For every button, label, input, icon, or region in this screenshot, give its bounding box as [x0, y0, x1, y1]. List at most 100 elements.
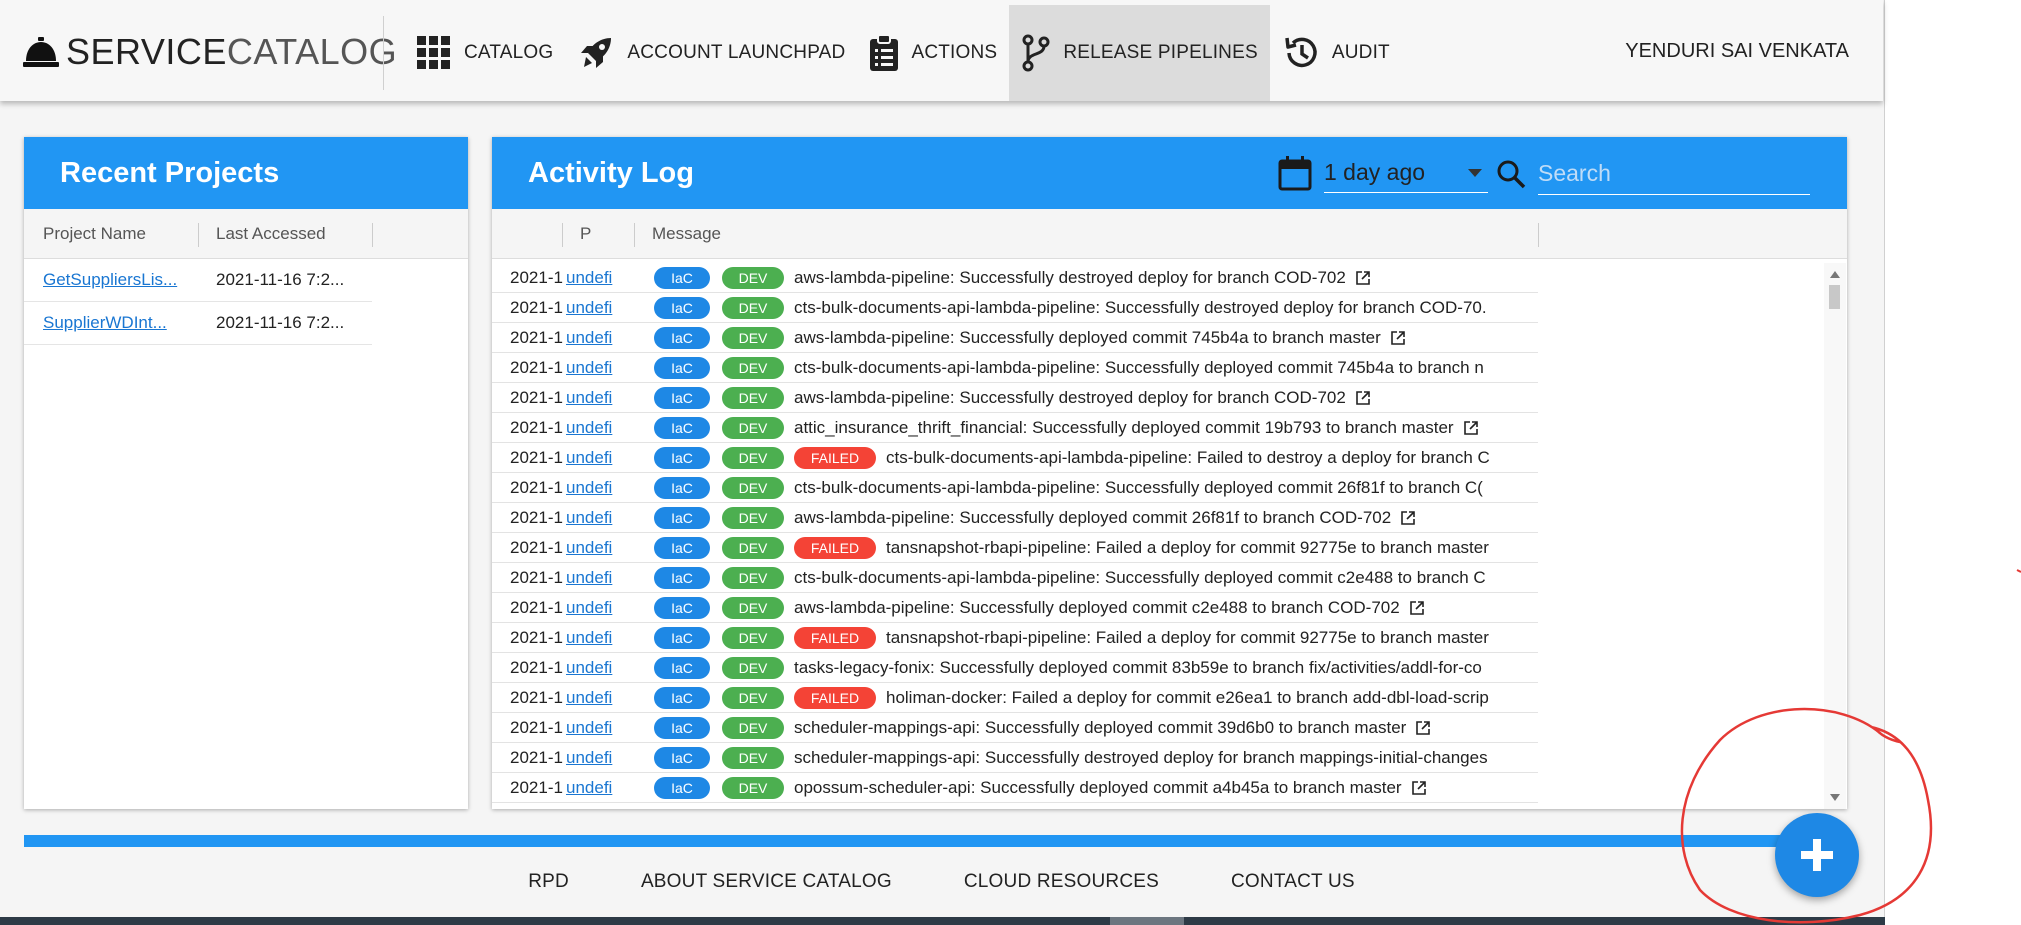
log-project-text[interactable]: undefi [566, 298, 612, 317]
failed-chip: FAILED [794, 626, 876, 649]
footer-link-contact[interactable]: CONTACT US [1231, 871, 1355, 893]
log-project-text[interactable]: undefi [566, 538, 612, 557]
column-header-last-accessed[interactable]: Last Accessed [198, 224, 372, 244]
log-project-text[interactable]: undefi [566, 598, 612, 617]
column-header-project[interactable]: P [562, 224, 634, 244]
user-menu[interactable]: YENDURI SAI VENKATA [1625, 40, 1849, 63]
env-chip: DEV [722, 596, 784, 619]
column-divider[interactable] [634, 223, 635, 247]
log-message: aws-lambda-pipeline: Successfully deploy… [794, 598, 1424, 618]
log-project-link[interactable]: undefi [566, 298, 644, 318]
iac-chip: IaC [654, 746, 710, 769]
log-project-link[interactable]: undefi [566, 778, 644, 798]
column-divider[interactable] [198, 223, 199, 247]
log-date: 2021-1 [510, 747, 563, 767]
search-icon [1497, 160, 1526, 189]
log-project-link[interactable]: undefi [566, 418, 644, 438]
log-message-text: tansnapshot-rbapi-pipeline: Failed a dep… [886, 537, 1489, 557]
scroll-thumb[interactable] [1829, 285, 1840, 309]
column-divider[interactable] [1538, 223, 1539, 247]
log-project-link[interactable]: undefi [566, 658, 644, 678]
log-project-text[interactable]: undefi [566, 658, 612, 677]
log-project-text[interactable]: undefi [566, 478, 612, 497]
log-project-text[interactable]: undefi [566, 508, 612, 527]
horizontal-scrollbar[interactable] [0, 917, 1885, 925]
log-project-link[interactable]: undefi [566, 688, 644, 708]
nav-audit[interactable]: AUDIT [1270, 5, 1402, 101]
log-project-link[interactable]: undefi [566, 388, 644, 408]
nav-account-launchpad[interactable]: ACCOUNT LAUNCHPAD [565, 5, 857, 101]
external-link-icon[interactable] [1416, 720, 1431, 735]
log-project-link[interactable]: undefi [566, 538, 644, 558]
log-project-text[interactable]: undefi [566, 778, 612, 797]
external-link-icon[interactable] [1411, 780, 1426, 795]
horizontal-scroll-thumb[interactable] [1110, 917, 1184, 925]
log-date: 2021-1 [510, 417, 563, 437]
log-message: cts-bulk-documents-api-lambda-pipeline: … [794, 478, 1483, 498]
log-project-text[interactable]: undefi [566, 268, 612, 287]
chevron-down-icon [1468, 168, 1482, 177]
log-project-link[interactable]: undefi [566, 328, 644, 348]
external-link-icon[interactable] [1391, 330, 1405, 345]
footer-link-rpd[interactable]: RPD [528, 871, 569, 893]
calendar-icon [1278, 156, 1312, 191]
env-chip: DEV [722, 266, 784, 289]
log-project-link[interactable]: undefi [566, 358, 644, 378]
log-project-text[interactable]: undefi [566, 418, 612, 437]
log-project-text[interactable]: undefi [566, 358, 612, 377]
log-project-link[interactable]: undefi [566, 478, 644, 498]
date-filter[interactable]: 1 day ago [1278, 153, 1488, 193]
env-chip: DEV [722, 386, 784, 409]
log-message-text: aws-lambda-pipeline: Successfully deploy… [794, 507, 1392, 527]
project-link[interactable]: SupplierWDInt... [24, 313, 198, 333]
external-link-icon[interactable] [1409, 600, 1424, 615]
nav-release-pipelines[interactable]: RELEASE PIPELINES [1009, 5, 1270, 101]
log-row: 2021-1 undefi IaC DEV scheduler-mappings-api… [492, 743, 1538, 773]
log-project-text[interactable]: undefi [566, 748, 612, 767]
external-link-icon[interactable] [1463, 420, 1478, 435]
date-filter-select[interactable]: 1 day ago [1324, 153, 1488, 193]
column-divider[interactable] [562, 223, 563, 247]
column-header-message[interactable]: Message [634, 224, 721, 244]
external-link-icon[interactable] [1401, 510, 1415, 525]
brand-logo[interactable]: SERVICE CATALOG [22, 24, 397, 80]
log-project-link[interactable]: undefi [566, 568, 644, 588]
nav-actions[interactable]: ACTIONS [857, 5, 1009, 101]
add-fab-button[interactable] [1775, 813, 1859, 897]
log-message: aws-lambda-pipeline: Successfully destro… [794, 388, 1370, 408]
log-project-link[interactable]: undefi [566, 448, 644, 468]
log-date: 2021-1 [510, 357, 563, 377]
log-message-text: cts-bulk-documents-api-lambda-pipeline: … [794, 357, 1484, 377]
log-project-text[interactable]: undefi [566, 718, 612, 737]
activity-log-title: Activity Log [528, 156, 694, 189]
log-message: attic_insurance_thrift_financial: Succes… [794, 418, 1478, 438]
project-link[interactable]: GetSuppliersLis... [24, 270, 198, 290]
log-project-link[interactable]: undefi [566, 508, 644, 528]
footer-link-about[interactable]: ABOUT SERVICE CATALOG [641, 871, 892, 893]
log-project-text[interactable]: undefi [566, 388, 612, 407]
search-input[interactable] [1538, 153, 1810, 195]
log-project-link[interactable]: undefi [566, 598, 644, 618]
scroll-up-arrow[interactable] [1830, 271, 1840, 278]
activity-log-scrollbar[interactable] [1824, 263, 1846, 809]
external-link-icon[interactable] [1356, 390, 1370, 405]
log-project-link[interactable]: undefi [566, 268, 644, 288]
scroll-down-arrow[interactable] [1830, 794, 1840, 801]
log-message-text: scheduler-mappings-api: Successfully des… [794, 747, 1488, 767]
footer-link-cloud-resources[interactable]: CLOUD RESOURCES [964, 871, 1159, 893]
log-row: 2021-1 undefi IaC DEV scheduler-mappings-api… [492, 713, 1538, 743]
log-project-link[interactable]: undefi [566, 718, 644, 738]
log-project-text[interactable]: undefi [566, 328, 612, 347]
log-project-link[interactable]: undefi [566, 628, 644, 648]
log-project-link[interactable]: undefi [566, 748, 644, 768]
external-link-icon[interactable] [1356, 270, 1370, 285]
log-project-text[interactable]: undefi [566, 448, 612, 467]
log-project-text[interactable]: undefi [566, 628, 612, 647]
column-divider[interactable] [372, 223, 373, 247]
env-chip: DEV [722, 536, 784, 559]
activity-log-card: Activity Log 1 day ago Search P Message … [492, 137, 1847, 809]
nav-catalog[interactable]: CATALOG [404, 5, 565, 101]
log-project-text[interactable]: undefi [566, 688, 612, 707]
column-header-project-name[interactable]: Project Name [24, 224, 198, 244]
log-project-text[interactable]: undefi [566, 568, 612, 587]
